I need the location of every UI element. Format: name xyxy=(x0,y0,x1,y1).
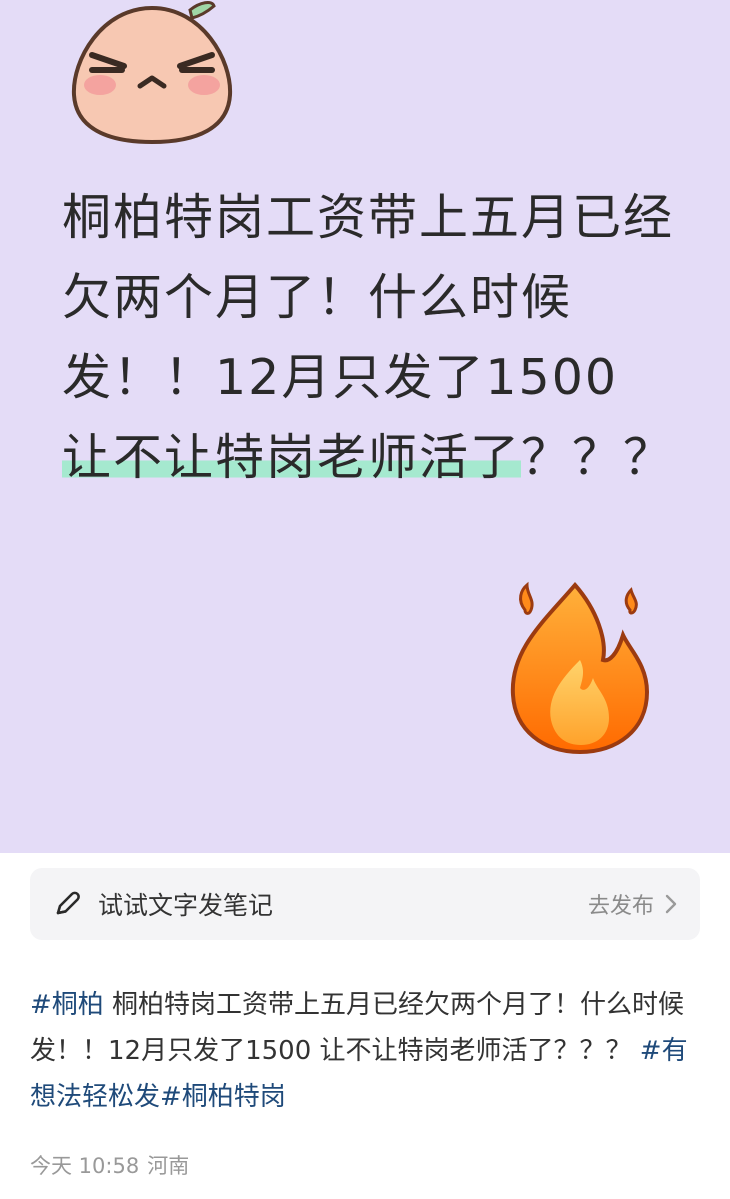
hashtag-tongbai-tegang[interactable]: #桐柏特岗 xyxy=(160,1082,286,1112)
hashtag-tongbai[interactable]: #桐柏 xyxy=(30,990,104,1020)
note-headline: 桐柏特岗工资带上五月已经欠两个月了！什么时候发！！12月只发了1500 让不让特… xyxy=(62,178,682,498)
angry-peach-mascot-icon xyxy=(71,1,233,145)
pencil-icon xyxy=(56,891,80,915)
headline-highlight: 让不让特岗老师活了 xyxy=(62,429,522,486)
note-card-image[interactable]: 桐柏特岗工资带上五月已经欠两个月了！什么时候发！！12月只发了1500 让不让特… xyxy=(0,0,730,853)
post-meta: 今天 10:58 河南 xyxy=(30,1150,197,1180)
chevron-right-icon xyxy=(665,894,677,914)
prompt-text: 试试文字发笔记 xyxy=(98,891,274,920)
post-body-text: 桐柏特岗工资带上五月已经欠两个月了！什么时候发！！12月只发了1500 让不让特… xyxy=(30,990,685,1066)
headline-text: 桐柏特岗工资带上五月已经欠两个月了！什么时候发！！12月只发了1500 xyxy=(62,189,675,406)
post-location: 河南 xyxy=(147,1154,190,1178)
fire-emoji-icon xyxy=(510,581,650,755)
headline-question-marks: ？？？ xyxy=(521,429,675,486)
go-publish-label: 去发布 xyxy=(587,894,654,919)
text-note-prompt-bar[interactable]: 试试文字发笔记 去发布 xyxy=(30,868,700,940)
go-publish-button[interactable]: 去发布 xyxy=(588,888,678,920)
post-body: #桐柏 桐柏特岗工资带上五月已经欠两个月了！什么时候发！！12月只发了1500 … xyxy=(30,982,705,1120)
post-time: 今天 10:58 xyxy=(30,1154,140,1178)
